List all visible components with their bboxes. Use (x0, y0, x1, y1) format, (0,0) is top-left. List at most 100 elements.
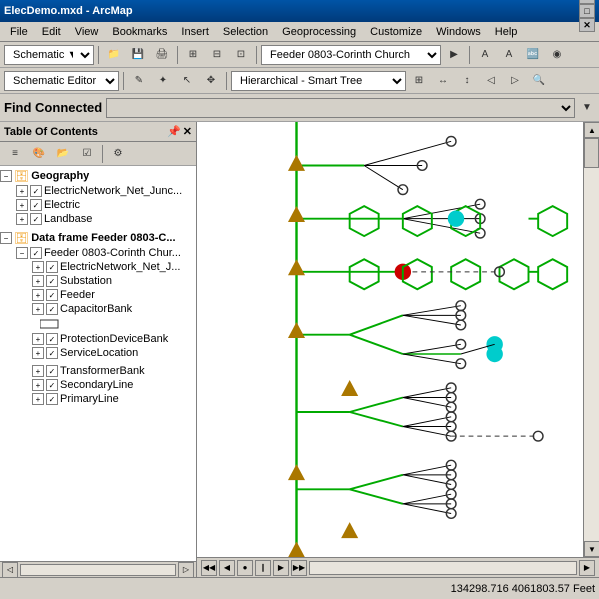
toc-scroll-track[interactable] (20, 564, 176, 576)
toc-layer-landbase[interactable]: + ✓ Landbase (0, 212, 196, 226)
toc-layer-transformer[interactable]: + ✓ TransformerBank (0, 364, 196, 378)
scroll-down-btn[interactable]: ▼ (584, 541, 599, 557)
feeder-dropdown[interactable]: Feeder 0803-Corinth Church (261, 45, 441, 65)
open-btn[interactable]: 📁 (103, 44, 125, 66)
playback-btn2[interactable]: ◀ (219, 560, 235, 576)
toc-layer-elecnet-j2[interactable]: + ✓ ElectricNetwork_Net_J... (0, 260, 196, 274)
chk-electric[interactable]: ✓ (30, 199, 42, 211)
zoom-btn2[interactable]: A (498, 44, 520, 66)
menu-help[interactable]: Help (489, 24, 524, 40)
toc-source-btn[interactable]: 📂 (52, 143, 74, 165)
schematic-dropdown[interactable]: Schematic ▼ (4, 45, 94, 65)
playback-btn1[interactable]: ◀◀ (201, 560, 217, 576)
layout-btn2[interactable]: ↔ (432, 70, 454, 92)
toc-layer-substation[interactable]: + ✓ Substation (0, 274, 196, 288)
font-btn[interactable]: 🔤 (522, 44, 544, 66)
expand-service[interactable]: + (32, 347, 44, 359)
playback-btn3[interactable]: ● (237, 560, 253, 576)
layout-btn3[interactable]: ↕ (456, 70, 478, 92)
toc-layer-electricnetwork-junc[interactable]: + ✓ ElectricNetwork_Net_Junc... (0, 184, 196, 198)
expand-feeder-layer[interactable]: + (32, 289, 44, 301)
chk-secondary[interactable]: ✓ (46, 379, 58, 391)
scroll-up-btn[interactable]: ▲ (584, 122, 599, 138)
playback-btn6[interactable]: ▶▶ (291, 560, 307, 576)
chk-service[interactable]: ✓ (46, 347, 58, 359)
zoom-btn1[interactable]: A (474, 44, 496, 66)
editor-dropdown[interactable]: Schematic Editor ▼ (4, 71, 119, 91)
map-scrollbar-right[interactable]: ▲ ▼ (583, 122, 599, 557)
schematic-icon3[interactable]: ⊡ (230, 44, 252, 66)
playback-btn4[interactable]: ∥ (255, 560, 271, 576)
print-btn[interactable]: 🖨 (151, 44, 173, 66)
toc-group-feeder[interactable]: − 🗄 Data frame Feeder 0803-C... (0, 230, 196, 246)
expand-landbase[interactable]: + (16, 213, 28, 225)
toc-layer-primary[interactable]: + ✓ PrimaryLine (0, 392, 196, 406)
menu-windows[interactable]: Windows (430, 24, 487, 40)
toc-scroll-left[interactable]: ◁ (2, 562, 18, 578)
toc-layer-service[interactable]: + ✓ ServiceLocation (0, 346, 196, 360)
map-scroll-track-h[interactable] (309, 561, 577, 575)
chk-protection[interactable]: ✓ (46, 333, 58, 345)
view-btn[interactable]: ◉ (546, 44, 568, 66)
scroll-track-v[interactable] (584, 138, 599, 541)
expand-secondary[interactable]: + (32, 379, 44, 391)
expand-geography[interactable]: − (0, 170, 12, 182)
navigate-back[interactable]: ◁ (480, 70, 502, 92)
menu-bookmarks[interactable]: Bookmarks (106, 24, 173, 40)
menu-geoprocessing[interactable]: Geoprocessing (276, 24, 362, 40)
toc-scroll-right[interactable]: ▷ (178, 562, 194, 578)
toc-layer-feeder[interactable]: + ✓ Feeder (0, 288, 196, 302)
feeder-go-btn[interactable]: ▶ (443, 44, 465, 66)
expand-schematic[interactable]: − (16, 247, 28, 259)
toc-options-btn[interactable]: ⚙ (107, 143, 129, 165)
chk-landbase[interactable]: ✓ (30, 213, 42, 225)
toc-group-geography[interactable]: − 🗄 Geography (0, 168, 196, 184)
menu-selection[interactable]: Selection (217, 24, 274, 40)
toc-close-btn[interactable]: ✕ (183, 125, 192, 138)
menu-insert[interactable]: Insert (175, 24, 215, 40)
chk-junc[interactable]: ✓ (30, 185, 42, 197)
playback-btn5[interactable]: ▶ (273, 560, 289, 576)
chk-primary[interactable]: ✓ (46, 393, 58, 405)
chk-j2[interactable]: ✓ (46, 261, 58, 273)
chk-substation[interactable]: ✓ (46, 275, 58, 287)
smart-tree-dropdown[interactable]: Hierarchical - Smart Tree (231, 71, 406, 91)
navigate-fwd[interactable]: ▷ (504, 70, 526, 92)
maximize-button[interactable]: □ (579, 4, 595, 18)
find-connected-dropdown[interactable] (106, 98, 575, 118)
move-btn[interactable]: ✥ (200, 70, 222, 92)
expand-transformer[interactable]: + (32, 365, 44, 377)
chk-schematic[interactable]: ✓ (30, 247, 42, 259)
expand-electric[interactable]: + (16, 199, 28, 211)
expand-primary[interactable]: + (32, 393, 44, 405)
toc-sel-btn[interactable]: ☑ (76, 143, 98, 165)
schematic-icon1[interactable]: ⊞ (182, 44, 204, 66)
menu-edit[interactable]: Edit (36, 24, 67, 40)
expand-protection[interactable]: + (32, 333, 44, 345)
expand-substation[interactable]: + (32, 275, 44, 287)
save-btn[interactable]: 💾 (127, 44, 149, 66)
menu-view[interactable]: View (69, 24, 105, 40)
expand-j2[interactable]: + (32, 261, 44, 273)
edit-icon2[interactable]: ✦ (152, 70, 174, 92)
toc-schematic-feeder[interactable]: − ✓ Feeder 0803-Corinth Chur... (0, 246, 196, 260)
find-go-btn[interactable]: ▼ (579, 98, 595, 118)
chk-capacitor[interactable]: ✓ (46, 303, 58, 315)
toc-pin-btn[interactable]: 📌 (167, 125, 181, 138)
scroll-right-btn[interactable]: ▶ (579, 560, 595, 576)
toc-draw-btn[interactable]: 🎨 (28, 143, 50, 165)
toc-layer-capacitor[interactable]: + ✓ CapacitorBank (0, 302, 196, 316)
toc-layer-protection[interactable]: + ✓ ProtectionDeviceBank (0, 332, 196, 346)
menu-file[interactable]: File (4, 24, 34, 40)
chk-transformer[interactable]: ✓ (46, 365, 58, 377)
layout-btn1[interactable]: ⊞ (408, 70, 430, 92)
expand-junc[interactable]: + (16, 185, 28, 197)
expand-feeder-group[interactable]: − (0, 232, 12, 244)
edit-icon1[interactable]: ✎ (128, 70, 150, 92)
toc-layer-electric[interactable]: + ✓ Electric (0, 198, 196, 212)
chk-feeder-layer[interactable]: ✓ (46, 289, 58, 301)
close-button[interactable]: ✕ (579, 18, 595, 32)
map-area[interactable]: ▲ ▼ ◀◀ ◀ ● ∥ ▶ ▶▶ ▶ (197, 122, 599, 577)
scroll-thumb-v[interactable] (584, 138, 599, 168)
expand-capacitor[interactable]: + (32, 303, 44, 315)
